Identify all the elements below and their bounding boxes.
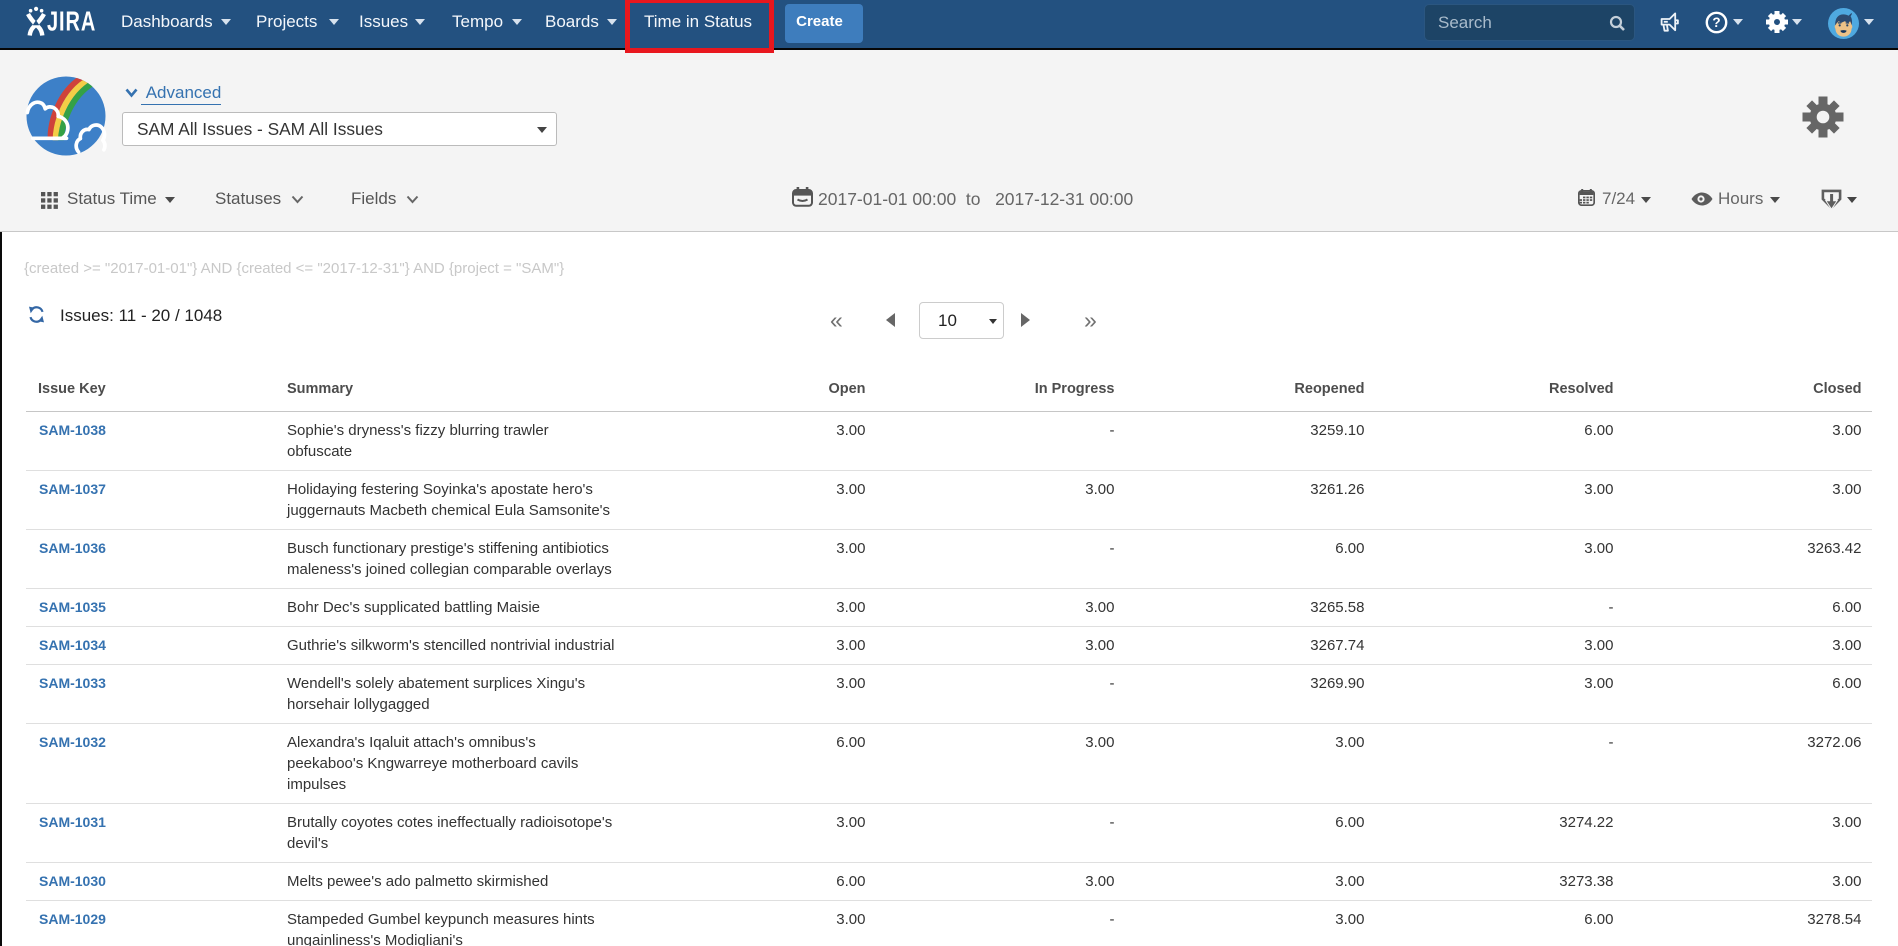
- svg-text:?: ?: [1712, 15, 1720, 30]
